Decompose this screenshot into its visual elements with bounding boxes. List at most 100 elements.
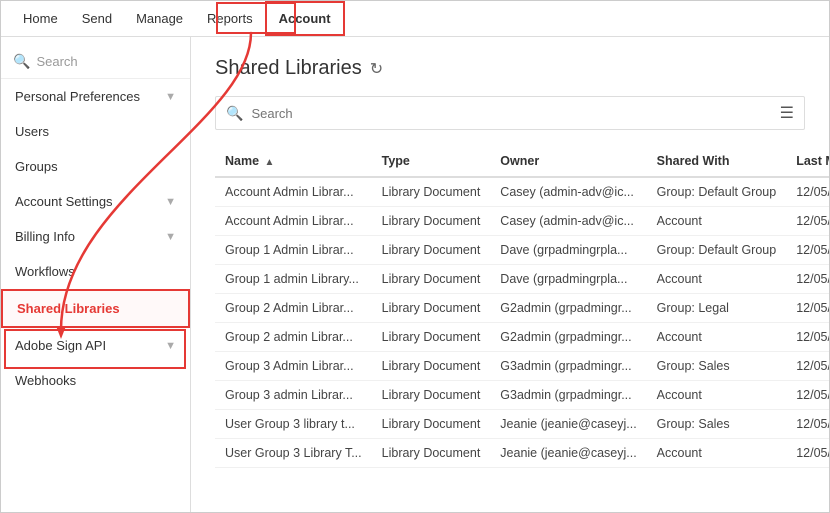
cell-name: Group 3 admin Librar... bbox=[215, 381, 372, 410]
sidebar: 🔍 Search Personal Preferences ▼ Users Gr… bbox=[1, 37, 191, 513]
sidebar-search: 🔍 Search bbox=[1, 45, 190, 79]
nav-send[interactable]: Send bbox=[70, 1, 124, 36]
cell-lastMod: 12/05/2019 bbox=[786, 207, 829, 236]
table-row: User Group 3 library t...Library Documen… bbox=[215, 410, 829, 439]
page-header: Shared Libraries ↻ bbox=[215, 57, 805, 80]
sidebar-item-account-settings[interactable]: Account Settings ▼ bbox=[1, 184, 190, 219]
cell-name: Group 1 Admin Librar... bbox=[215, 236, 372, 265]
table-row: Group 1 Admin Librar...Library DocumentD… bbox=[215, 236, 829, 265]
cell-sharedWith: Account bbox=[647, 207, 787, 236]
sidebar-label: Shared Libraries bbox=[17, 301, 120, 316]
cell-owner: Dave (grpadmingrpla... bbox=[490, 236, 646, 265]
sidebar-label: Account Settings bbox=[15, 194, 113, 209]
sidebar-label: Users bbox=[15, 124, 49, 139]
sidebar-item-adobe-sign-api[interactable]: Adobe Sign API ▼ bbox=[1, 328, 190, 363]
cell-owner: Dave (grpadmingrpla... bbox=[490, 265, 646, 294]
cell-sharedWith: Group: Sales bbox=[647, 410, 787, 439]
cell-lastMod: 12/05/2019 bbox=[786, 381, 829, 410]
cell-sharedWith: Account bbox=[647, 265, 787, 294]
cell-type: Library Document bbox=[372, 410, 491, 439]
table-row: Account Admin Librar...Library DocumentC… bbox=[215, 207, 829, 236]
sidebar-item-webhooks[interactable]: Webhooks bbox=[1, 363, 190, 398]
nav-account[interactable]: Account bbox=[265, 1, 345, 36]
menu-icon[interactable]: ☰ bbox=[780, 103, 794, 123]
col-last-modification: Last Modification bbox=[786, 146, 829, 177]
search-input[interactable] bbox=[251, 106, 771, 121]
chevron-down-icon: ▼ bbox=[165, 340, 176, 352]
cell-sharedWith: Group: Default Group bbox=[647, 177, 787, 207]
table-row: Group 3 Admin Librar...Library DocumentG… bbox=[215, 352, 829, 381]
cell-owner: G2admin (grpadmingr... bbox=[490, 294, 646, 323]
cell-owner: G3admin (grpadmingr... bbox=[490, 352, 646, 381]
cell-lastMod: 12/05/2019 bbox=[786, 265, 829, 294]
search-icon: 🔍 bbox=[226, 105, 243, 122]
cell-sharedWith: Account bbox=[647, 381, 787, 410]
cell-name: User Group 3 library t... bbox=[215, 410, 372, 439]
cell-sharedWith: Group: Sales bbox=[647, 352, 787, 381]
cell-sharedWith: Account bbox=[647, 323, 787, 352]
cell-type: Library Document bbox=[372, 236, 491, 265]
sidebar-item-billing-info[interactable]: Billing Info ▼ bbox=[1, 219, 190, 254]
table-row: Group 2 Admin Librar...Library DocumentG… bbox=[215, 294, 829, 323]
nav-reports[interactable]: Reports bbox=[195, 1, 265, 36]
cell-owner: Casey (admin-adv@ic... bbox=[490, 207, 646, 236]
sidebar-item-groups[interactable]: Groups bbox=[1, 149, 190, 184]
cell-type: Library Document bbox=[372, 352, 491, 381]
cell-type: Library Document bbox=[372, 381, 491, 410]
page-title: Shared Libraries bbox=[215, 57, 362, 80]
cell-name: User Group 3 Library T... bbox=[215, 439, 372, 468]
col-name: Name ▲ bbox=[215, 146, 372, 177]
col-shared-with: Shared With bbox=[647, 146, 787, 177]
cell-lastMod: 12/05/2019 bbox=[786, 323, 829, 352]
sidebar-label: Webhooks bbox=[15, 373, 76, 388]
sidebar-item-workflows[interactable]: Workflows bbox=[1, 254, 190, 289]
table-row: User Group 3 Library T...Library Documen… bbox=[215, 439, 829, 468]
cell-type: Library Document bbox=[372, 294, 491, 323]
table-row: Group 3 admin Librar...Library DocumentG… bbox=[215, 381, 829, 410]
sidebar-label: Workflows bbox=[15, 264, 75, 279]
search-icon: 🔍 bbox=[13, 53, 30, 70]
table-row: Group 1 admin Library...Library Document… bbox=[215, 265, 829, 294]
sidebar-item-personal-preferences[interactable]: Personal Preferences ▼ bbox=[1, 79, 190, 114]
cell-type: Library Document bbox=[372, 177, 491, 207]
cell-lastMod: 12/05/2019 bbox=[786, 439, 829, 468]
chevron-down-icon: ▼ bbox=[165, 196, 176, 208]
sidebar-item-shared-libraries[interactable]: Shared Libraries bbox=[1, 289, 190, 328]
sidebar-item-users[interactable]: Users bbox=[1, 114, 190, 149]
cell-name: Group 1 admin Library... bbox=[215, 265, 372, 294]
table-row: Group 2 admin Librar...Library DocumentG… bbox=[215, 323, 829, 352]
sidebar-label: Personal Preferences bbox=[15, 89, 140, 104]
sidebar-label: Adobe Sign API bbox=[15, 338, 106, 353]
sidebar-label: Groups bbox=[15, 159, 58, 174]
refresh-icon[interactable]: ↻ bbox=[370, 59, 383, 79]
col-owner: Owner bbox=[490, 146, 646, 177]
chevron-down-icon: ▼ bbox=[165, 231, 176, 243]
cell-sharedWith: Group: Default Group bbox=[647, 236, 787, 265]
table-row: Account Admin Librar...Library DocumentC… bbox=[215, 177, 829, 207]
cell-sharedWith: Group: Legal bbox=[647, 294, 787, 323]
main-content: Shared Libraries ↻ 🔍 ☰ Name ▲ Type Own bbox=[191, 37, 829, 513]
shared-libraries-table: Name ▲ Type Owner Shared With Last Modif… bbox=[215, 146, 829, 468]
cell-name: Group 2 Admin Librar... bbox=[215, 294, 372, 323]
nav-manage[interactable]: Manage bbox=[124, 1, 195, 36]
cell-lastMod: 12/05/2019 bbox=[786, 236, 829, 265]
cell-owner: Jeanie (jeanie@caseyj... bbox=[490, 410, 646, 439]
cell-lastMod: 12/05/2019 bbox=[786, 294, 829, 323]
search-bar: 🔍 ☰ bbox=[215, 96, 805, 130]
cell-lastMod: 12/05/2019 bbox=[786, 177, 829, 207]
cell-sharedWith: Account bbox=[647, 439, 787, 468]
cell-lastMod: 12/05/2019 bbox=[786, 352, 829, 381]
cell-name: Account Admin Librar... bbox=[215, 207, 372, 236]
cell-type: Library Document bbox=[372, 439, 491, 468]
cell-name: Account Admin Librar... bbox=[215, 177, 372, 207]
nav-home[interactable]: Home bbox=[11, 1, 70, 36]
sort-asc-icon[interactable]: ▲ bbox=[265, 157, 275, 168]
top-navigation: Home Send Manage Reports Account bbox=[1, 1, 829, 37]
cell-name: Group 2 admin Librar... bbox=[215, 323, 372, 352]
cell-lastMod: 12/05/2019 bbox=[786, 410, 829, 439]
cell-type: Library Document bbox=[372, 323, 491, 352]
col-type: Type bbox=[372, 146, 491, 177]
sidebar-search-label: Search bbox=[36, 54, 77, 69]
cell-type: Library Document bbox=[372, 207, 491, 236]
cell-owner: G2admin (grpadmingr... bbox=[490, 323, 646, 352]
